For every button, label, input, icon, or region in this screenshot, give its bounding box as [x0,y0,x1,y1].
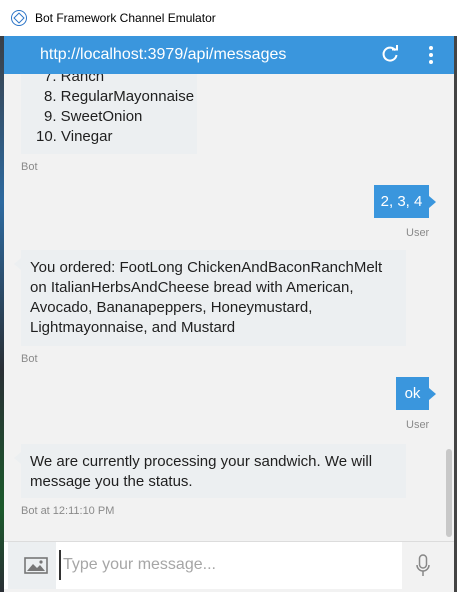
microphone-icon[interactable] [416,554,430,578]
message-input[interactable] [59,550,399,580]
bubble-tail [429,196,436,208]
title-bar: Bot Framework Channel Emulator [0,0,457,36]
message-composer [4,541,454,589]
bubble-tail [14,258,21,270]
upload-button[interactable] [8,542,56,589]
conversation-pane: 7. Ranch 8. RegularMayonnaise 9. SweetOn… [4,74,443,541]
scrollbar-thumb[interactable] [446,449,452,537]
emulator-window: Bot Framework Channel Emulator http://lo… [0,0,457,592]
bot-framework-icon [11,10,27,26]
more-vertical-icon[interactable] [426,44,436,66]
user-message: ok [396,377,429,410]
message-sender: Bot [21,161,38,173]
window-title: Bot Framework Channel Emulator [35,11,216,25]
user-message: 2, 3, 4 [374,185,429,218]
endpoint-url[interactable]: http://localhost:3979/api/messages [40,46,286,64]
address-bar: http://localhost:3979/api/messages [4,36,454,74]
list-item: 9. SweetOnion [44,108,143,125]
message-sender: User [406,227,430,239]
user-message-text: ok [404,384,421,402]
bot-message: We are currently processing your sandwic… [21,444,406,498]
bot-message-text: You ordered: FootLong ChickenAndBaconRan… [30,259,383,336]
bot-message-text: We are currently processing your sandwic… [30,453,373,490]
bubble-tail [14,452,21,464]
refresh-icon[interactable] [381,45,399,63]
bubble-tail [429,388,436,400]
user-message-text: 2, 3, 4 [380,192,423,210]
chat-scrollbar[interactable] [443,74,454,541]
image-icon [24,557,48,574]
bot-message: You ordered: FootLong ChickenAndBaconRan… [21,250,406,346]
list-item: 8. RegularMayonnaise [44,88,195,105]
message-sender: Bot [21,353,38,365]
list-item: 7. Ranch [44,74,105,85]
message-sender: User [406,419,430,431]
list-item: 10. Vinegar [36,128,113,145]
message-timestamp: Bot at 12:11:10 PM [21,505,115,517]
